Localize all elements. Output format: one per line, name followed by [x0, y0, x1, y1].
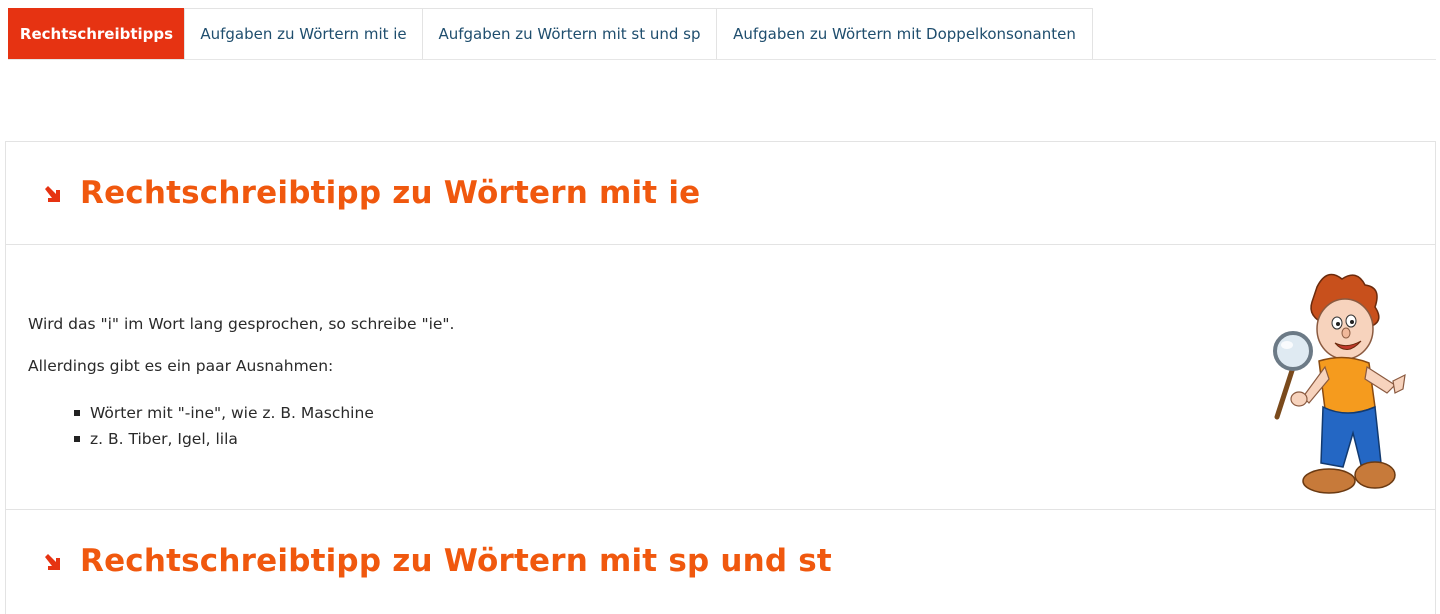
section-header-ie[interactable]: Rechtschreibtipp zu Wörtern mit ie	[6, 142, 1435, 245]
tab-aufgaben-st-sp[interactable]: Aufgaben zu Wörtern mit st und sp	[422, 8, 717, 59]
tab-rechtschreibtipps[interactable]: Rechtschreibtipps	[8, 8, 185, 59]
section-heading: Rechtschreibtipp zu Wörtern mit sp und s…	[80, 543, 832, 579]
boy-with-magnifying-glass-icon	[1273, 273, 1406, 494]
section-heading: Rechtschreibtipp zu Wörtern mit ie	[80, 175, 701, 211]
list-item-text: Wörter mit "-ine", wie z. B. Maschine	[90, 404, 374, 422]
content-panel: Rechtschreibtipp zu Wörtern mit ie Wird …	[5, 141, 1436, 614]
list-item-text: z. B. Tiber, Igel, lila	[90, 430, 238, 448]
paragraph-exceptions: Allerdings gibt es ein paar Ausnahmen:	[28, 357, 334, 375]
arrow-down-right-icon	[45, 554, 60, 570]
list-item: Wörter mit "-ine", wie z. B. Maschine	[74, 400, 374, 426]
section-header-sp-st[interactable]: Rechtschreibtipp zu Wörtern mit sp und s…	[6, 509, 1435, 612]
list-item: z. B. Tiber, Igel, lila	[74, 426, 374, 452]
exceptions-list: Wörter mit "-ine", wie z. B. Maschine z.…	[74, 400, 374, 452]
bullet-icon	[74, 436, 80, 442]
paragraph-rule: Wird das "i" im Wort lang gesprochen, so…	[28, 315, 455, 333]
tab-aufgaben-doppelkonsonanten[interactable]: Aufgaben zu Wörtern mit Doppelkonsonante…	[716, 8, 1093, 59]
tab-aufgaben-ie[interactable]: Aufgaben zu Wörtern mit ie	[184, 8, 423, 59]
tab-bar: Rechtschreibtipps Aufgaben zu Wörtern mi…	[8, 8, 1436, 60]
section-body-ie: Wird das "i" im Wort lang gesprochen, so…	[6, 245, 1435, 509]
arrow-down-right-icon	[45, 186, 60, 202]
bullet-icon	[74, 410, 80, 416]
